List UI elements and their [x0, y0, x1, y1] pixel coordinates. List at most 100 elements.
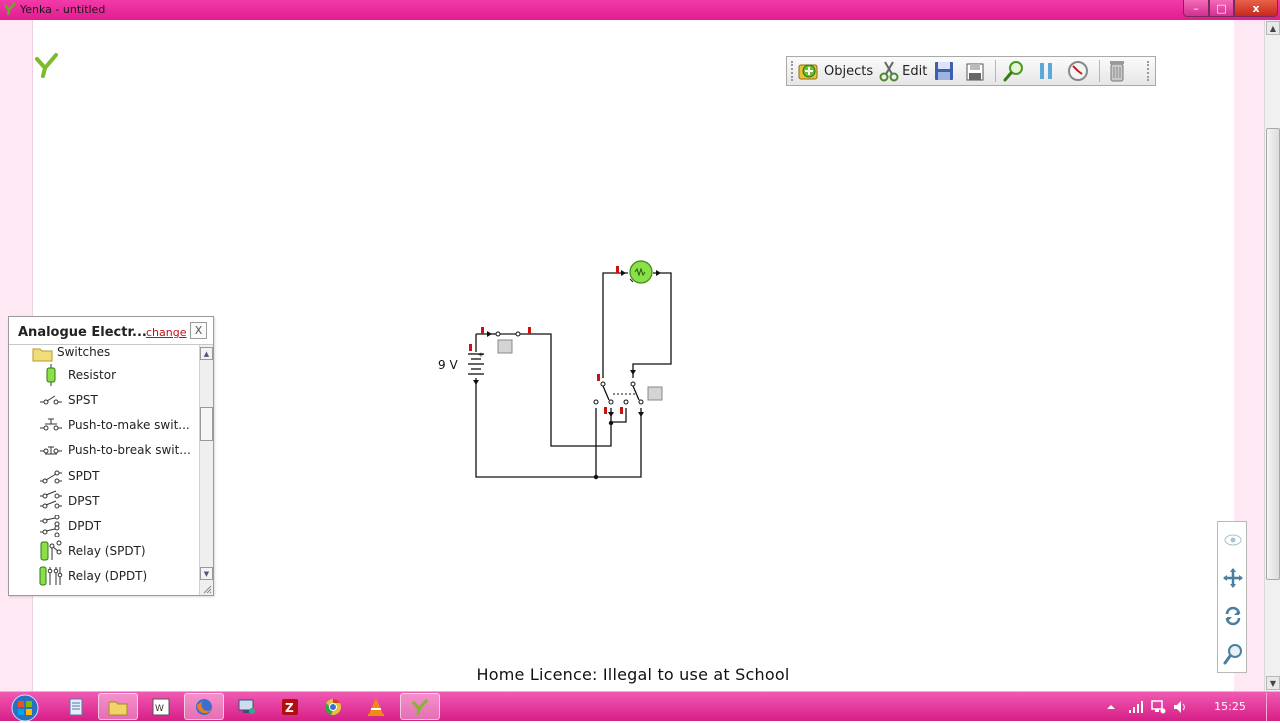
library-scroll-up[interactable]: ▲	[200, 347, 213, 360]
vlc-icon	[368, 697, 384, 716]
library-item-label: SPST	[68, 392, 98, 407]
save-as-icon	[966, 63, 984, 81]
trash-button[interactable]	[1106, 58, 1131, 84]
signal-icon[interactable]	[1128, 700, 1144, 714]
save-as-button[interactable]	[964, 58, 989, 84]
library-item-push-to-break[interactable]: Push-to-break swit...	[9, 437, 199, 462]
library-change-link[interactable]: change	[146, 326, 186, 339]
main-toolbar: Objects Edit	[786, 56, 1156, 86]
taskbar-chrome[interactable]	[313, 693, 353, 720]
add-object-icon	[798, 64, 818, 80]
library-item-label: Push-to-break swit...	[68, 442, 191, 457]
push-to-break-icon	[40, 446, 62, 455]
library-item-dpdt[interactable]: DPDT	[9, 513, 199, 538]
vertical-scrollbar[interactable]: ▲ ▼	[1264, 20, 1280, 691]
zoom-icon	[1003, 61, 1024, 82]
eye-icon	[1224, 534, 1242, 546]
library-scroll-down[interactable]: ▼	[200, 567, 213, 580]
toolbar-separator-2	[1099, 60, 1101, 82]
library-item-relay-dpdt[interactable]: Relay (DPDT)	[9, 563, 199, 588]
objects-label: Objects	[824, 63, 874, 79]
move-button[interactable]	[1221, 566, 1245, 590]
licence-text: Home Licence: Illegal to use at School	[476, 665, 790, 684]
taskbar-filezilla[interactable]: Z	[270, 693, 310, 720]
library-close-button[interactable]: X	[190, 322, 207, 339]
show-desktop-button[interactable]	[1266, 693, 1280, 721]
yenka-icon	[411, 698, 429, 715]
yenka-app-icon	[4, 2, 16, 16]
trash-icon	[1110, 61, 1125, 82]
relay-spdt-icon	[40, 540, 62, 561]
maximize-glyph: □	[1216, 1, 1227, 15]
licence-notice: Home Licence: Illegal to use at School	[0, 665, 1264, 684]
library-item-resistor[interactable]: Resistor	[9, 362, 199, 387]
push-to-make-icon	[40, 418, 62, 431]
library-item-push-to-make[interactable]: Push-to-make swit...	[9, 412, 199, 437]
library-item-label: Relay (SPDT)	[68, 543, 146, 558]
filezilla-icon: Z	[282, 698, 298, 715]
scroll-up-button[interactable]: ▲	[1266, 21, 1280, 35]
scissors-icon	[879, 61, 899, 82]
taskbar-network[interactable]	[227, 693, 267, 720]
taskbar-firefox[interactable]	[184, 693, 224, 720]
taskbar-notepad[interactable]	[56, 693, 96, 720]
taskbar-explorer[interactable]	[98, 693, 138, 720]
taskbar-clock[interactable]: 15:25	[1204, 700, 1256, 713]
spst-switch-icon	[40, 395, 62, 405]
minimize-button[interactable]: –	[1183, 0, 1209, 17]
zoom-view-button[interactable]	[1221, 642, 1245, 666]
taskbar-yenka[interactable]	[400, 693, 440, 720]
library-scroll-thumb[interactable]	[200, 407, 213, 441]
close-button[interactable]: x	[1234, 0, 1278, 17]
svg-text:+: +	[478, 351, 484, 359]
yenka-logo-icon	[35, 53, 58, 78]
resize-grip-icon[interactable]	[202, 584, 212, 594]
zoom-button[interactable]	[1002, 58, 1029, 84]
save-button[interactable]	[933, 58, 958, 84]
toolbar-grip-right[interactable]	[1147, 61, 1150, 81]
svg-text:W: W	[155, 704, 164, 714]
library-header: Analogue Electr... change X	[9, 317, 213, 345]
library-item-relay-spdt[interactable]: Relay (SPDT)	[9, 538, 199, 563]
objects-button[interactable]: Objects	[797, 58, 873, 84]
eye-button[interactable]	[1221, 528, 1245, 552]
tray-expand-icon[interactable]	[1104, 700, 1118, 714]
scroll-thumb[interactable]	[1266, 128, 1280, 580]
resistor-icon	[46, 364, 56, 386]
library-item-dpst[interactable]: DPST	[9, 488, 199, 513]
word-icon: W	[152, 698, 170, 715]
library-panel: Analogue Electr... change X Switches Res…	[8, 316, 214, 596]
view-nav-strip	[1217, 521, 1247, 673]
taskbar-vlc[interactable]	[356, 693, 396, 720]
time-button[interactable]	[1066, 58, 1093, 84]
library-item-spst[interactable]: SPST	[9, 387, 199, 412]
circuit-diagram[interactable]: +	[420, 250, 700, 490]
dpdt-switch-icon	[40, 515, 60, 537]
minimize-glyph: –	[1193, 1, 1199, 15]
library-folder-label: Switches	[57, 345, 111, 359]
close-glyph: x	[1252, 1, 1260, 15]
network-icon	[238, 699, 255, 714]
volume-icon[interactable]	[1172, 699, 1188, 715]
edit-label: Edit	[902, 63, 928, 79]
save-icon	[935, 62, 954, 80]
library-item-spdt[interactable]: SPDT	[9, 463, 199, 488]
battery-voltage-label: 9 V	[438, 358, 458, 372]
network-tray-icon[interactable]	[1150, 699, 1166, 715]
toolbar-grip-left[interactable]	[791, 61, 794, 81]
scroll-down-button[interactable]: ▼	[1266, 676, 1280, 690]
library-scrollbar[interactable]: ▲ ▼	[199, 345, 213, 595]
library-item-label: Resistor	[68, 367, 116, 382]
taskbar-word[interactable]: W	[141, 693, 181, 720]
start-button[interactable]	[8, 693, 42, 723]
pause-button[interactable]	[1035, 58, 1060, 84]
library-list: Switches Resistor SPST Push-to-make swit…	[9, 345, 199, 595]
toolbar-separator	[995, 60, 997, 82]
zoom-view-icon	[1223, 644, 1242, 665]
edit-button[interactable]: Edit	[879, 58, 927, 84]
maximize-button[interactable]: □	[1209, 0, 1234, 17]
rotate-button[interactable]	[1221, 604, 1245, 628]
window-title: Yenka - untitled	[20, 3, 106, 16]
library-item-label: Relay (DPDT)	[68, 568, 148, 583]
library-item-label: Push-to-make swit...	[68, 417, 190, 432]
